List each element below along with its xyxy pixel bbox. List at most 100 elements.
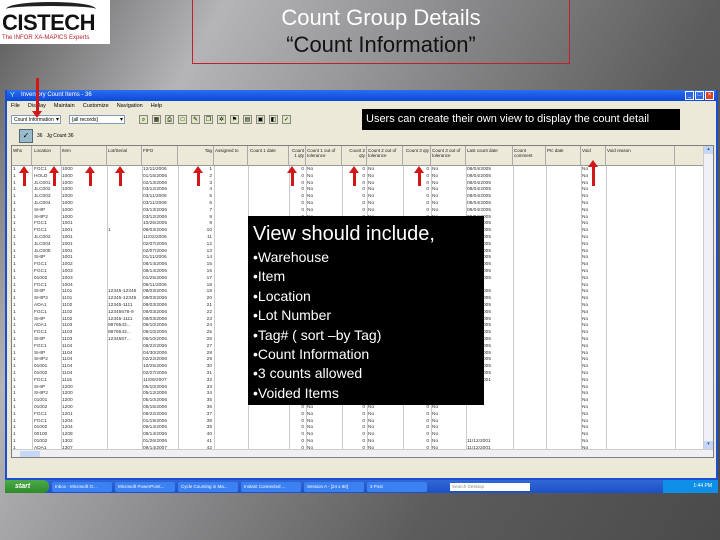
column-header[interactable]: PIc date [546,146,581,166]
find-icon[interactable]: ⌕ [139,114,148,124]
minimize-button[interactable]: _ [685,91,694,100]
cell-count-2-qty: 0 [362,207,365,213]
column-header[interactable]: Count 1 qty [289,146,306,166]
column-header[interactable]: Location [33,146,61,166]
cell-item: 1101 [62,289,73,295]
column-header[interactable]: Assigned to [214,146,248,166]
cell-location: FGC1 [34,228,47,234]
cell-location: JLC005 [34,248,51,254]
menu-maintain[interactable]: Maintain [54,101,75,111]
window-titlebar: Y Inventory Count Items - 36 _ □ × [7,90,716,101]
cell-count-2-out-of-tolerance: No [368,418,375,424]
column-header[interactable]: Count 1 out of tolerance [306,146,342,166]
cell-item: 1104 [62,364,73,370]
table-row[interactable]: 1 HOLD 1000 01/15/2006 2 0 No 0 No 0 No 08/04/2005 N… [12,174,702,181]
cell-tag: 12 [206,241,212,247]
cell-count-2-qty: 0 [362,187,365,193]
cell-fifo: 08/22/2006 [143,343,168,349]
column-header[interactable]: Count 2 out of tolerance [367,146,403,166]
cell-location: FGC1 [34,269,47,274]
column-header[interactable]: FIFO [142,146,178,166]
task-inbox[interactable]: Inbox - Microsoft O... [52,481,112,492]
table-row[interactable]: 1 FGC1 1201 08/22/2006 37 0 No 0 No 0 No No [12,412,702,419]
cell-last-count-date: 11/12/2001 [467,439,491,444]
close-button[interactable]: × [705,91,714,100]
tool-icon-6[interactable]: ✓ [282,114,291,124]
cell-count-2-out-of-tolerance: No [368,405,375,410]
print-icon[interactable]: ⎙ [165,114,174,124]
column-header[interactable]: Tag [178,146,214,166]
cell-tag: 3 [209,180,212,186]
new-icon[interactable]: □ [178,114,187,124]
cell-location: ADA1 [34,303,47,308]
cell-fifo: 08/03/2006 [143,316,168,322]
table-row[interactable]: 1 01002 1200 05/15/2006 36 0 No 0 No 0 No No [12,405,702,412]
table-row[interactable]: 1 01002 1204 09/14/2005 39 0 No 0 No 0 No No [12,425,702,432]
cell-location: FGC1 [34,418,47,424]
tool-icon-3[interactable]: ▤ [243,114,252,124]
maximize-button[interactable]: □ [695,91,704,100]
cell-void: No [582,425,589,431]
column-header[interactable]: Count 3 qty [403,146,431,166]
cell-lot-serial: 9876543... [108,323,131,329]
table-row[interactable]: 1 FGC1 1204 01/19/2006 38 0 No 0 No 0 No No [12,419,702,426]
column-header[interactable]: Last count date [466,146,513,166]
task-powerpoint[interactable]: Microsoft PowerPoint... [115,481,175,492]
task-cycle-counting[interactable]: Cycle Counting in Ma... [178,481,238,492]
menu-file[interactable]: File [11,101,20,111]
cell-item: 1200 [62,384,73,390]
red-arrow-lot [115,166,125,186]
filter-select[interactable]: [all records] [69,114,125,124]
scroll-thumb[interactable] [20,451,40,457]
scroll-down-icon[interactable]: ▾ [704,441,713,449]
copy-icon[interactable]: ❐ [204,114,213,124]
column-header[interactable]: Count comment [513,146,546,166]
column-header[interactable]: Whs [12,146,32,166]
cell-item: 1001 [62,248,73,254]
table-row[interactable]: 1 01002 1302 01/26/2006 41 0 No 0 No 0 No 11/12/200… [12,439,702,446]
column-header[interactable]: Count 2 qty [342,146,367,166]
menu-help[interactable]: Help [151,101,162,111]
cell-location: SHIP [34,384,46,390]
table-row[interactable]: 1 00100 1208 08/14/2006 40 0 No 0 No 0 No No [12,432,702,439]
cistech-logo: CISTECH The INFOR XA-MAPICS Experts [0,0,110,44]
cell-count-2-out-of-tolerance: No [368,173,375,179]
table-row[interactable]: 1 JLC002 1000 03/12/2006 4 0 No 0 No 0 No 08/04/200… [12,187,702,194]
edit-icon[interactable]: ✎ [191,114,200,124]
cell-lot-serial: 9876543... [108,330,131,336]
table-row[interactable]: 1 SHIP 1000 03/13/2006 7 0 No 0 No 0 No 08/04/2005 N… [12,208,702,215]
cell-fifo: 08/14/2005 [143,269,168,274]
column-header[interactable]: Item [61,146,107,166]
cell-location: 01002 [34,405,48,410]
menu-customize[interactable]: Customize [83,101,109,111]
column-header[interactable]: Lot/Serial [107,146,142,166]
table-row[interactable]: 1 JLC004 1000 03/11/2006 6 0 No 0 No 0 No 08/04/200… [12,201,702,208]
column-header[interactable]: Count 3 out of tolerance [431,146,466,166]
task-instant-connected[interactable]: Instant Connected ... [241,481,301,492]
cell-last-count-date: 08/04/2005 [467,194,492,200]
grid-icon[interactable]: ▦ [152,114,161,124]
tool-icon-2[interactable]: ⚑ [230,114,239,124]
column-header[interactable]: Void reason [606,146,675,166]
task-session-a[interactable]: Session A - [24 x 80] [304,481,364,492]
vertical-scrollbar[interactable]: ▴ ▾ [703,146,713,449]
cell-location: SHIP2 [34,214,48,220]
start-button[interactable]: start [5,480,49,493]
column-header[interactable]: Count 1 date [249,146,289,166]
cell-tag: 41 [206,439,212,444]
horizontal-scrollbar[interactable] [12,449,713,457]
cell-count-2-qty: 0 [362,194,365,200]
tool-icon-5[interactable]: ◧ [269,114,278,124]
menu-navigation[interactable]: Navigation [117,101,143,111]
tool-icon-4[interactable]: ▣ [256,114,265,124]
bullet-item: •Item [253,268,286,285]
cell-location: JLC004 [34,241,51,247]
task-post[interactable]: 3 Post [367,481,427,492]
cell-whs: 1 [13,289,16,295]
cell-count-1-qty: 0 [301,411,304,417]
scroll-up-icon[interactable]: ▴ [704,146,713,154]
table-row[interactable]: 1 JLC003 1000 03/11/2006 5 0 No 0 No 0 No 08/04/200… [12,194,702,201]
desktop-search-input[interactable]: Search Desktop [450,482,530,491]
tool-icon-1[interactable]: ✲ [217,114,226,124]
table-row[interactable]: 1 JLC001 1000 02/13/2006 3 0 No 0 No 0 No 08/04/200… [12,181,702,188]
